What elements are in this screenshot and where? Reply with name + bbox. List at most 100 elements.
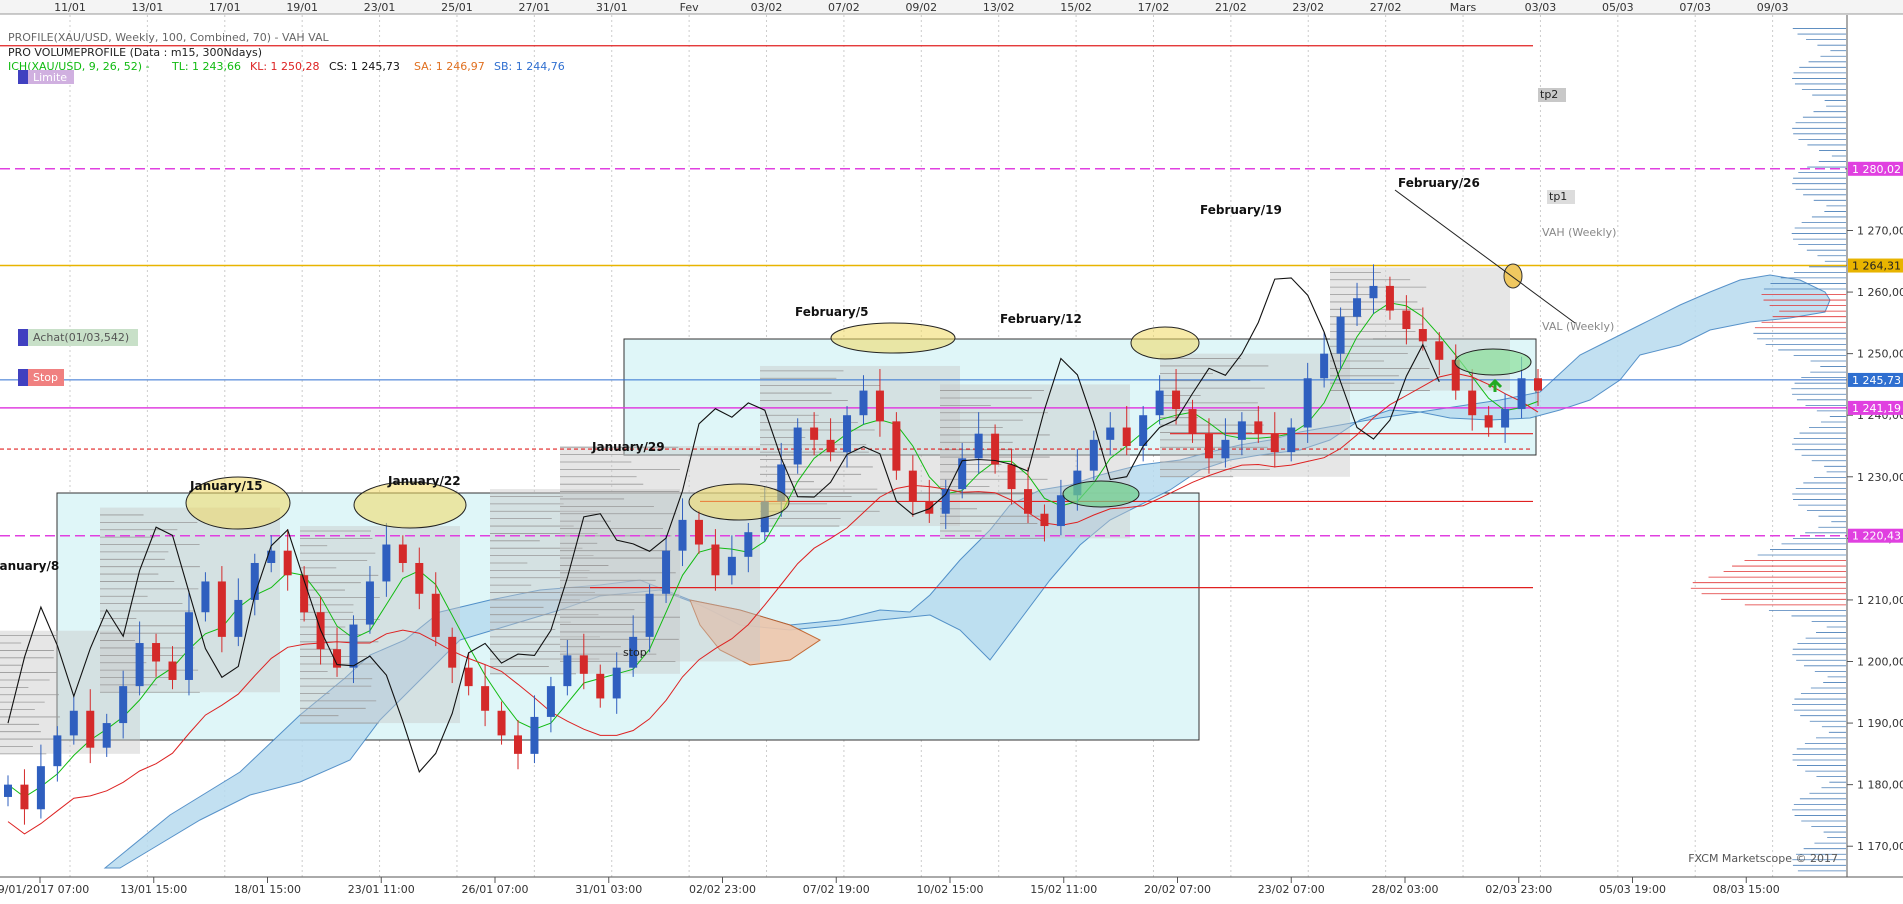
candle-body bbox=[217, 581, 226, 637]
ichimoku-cs: CS: 1 245,73 bbox=[329, 60, 400, 73]
bottom-date-label: 02/02 23:00 bbox=[689, 883, 756, 896]
candle-body bbox=[69, 710, 78, 736]
candle-body bbox=[1336, 316, 1345, 354]
y-tick-label: 1 230,00 bbox=[1857, 471, 1903, 484]
order-label: Stop bbox=[33, 371, 58, 384]
profile-legend: PROFILE(XAU/USD, Weekly, 100, Combined, … bbox=[8, 31, 329, 44]
candle-body bbox=[152, 643, 161, 662]
top-date-label: 09/02 bbox=[905, 1, 937, 14]
bottom-date-label: 05/03 19:00 bbox=[1599, 883, 1666, 896]
ellipse-highlight bbox=[353, 481, 467, 529]
candle-body bbox=[875, 390, 884, 422]
candle-body bbox=[497, 710, 506, 736]
candle-body bbox=[201, 581, 210, 613]
top-date-label: 09/03 bbox=[1757, 1, 1789, 14]
candle-body bbox=[1353, 298, 1362, 317]
week-label: February/26 bbox=[1398, 176, 1480, 190]
candle-body bbox=[20, 784, 29, 810]
annotation-label: stop bbox=[623, 646, 647, 659]
candle-body bbox=[4, 784, 12, 797]
annotation-label: tp2 bbox=[1540, 88, 1558, 101]
candle-body bbox=[1188, 409, 1197, 434]
candle-body bbox=[596, 673, 605, 699]
top-date-axis: 11/01 13/01 17/01 19/01 23/01 25/01 27/01 31/01… bbox=[54, 1, 1788, 14]
top-date-label: 17/02 bbox=[1138, 1, 1170, 14]
week-label: February/5 bbox=[795, 305, 868, 319]
candle-body bbox=[859, 390, 868, 416]
annotation-label: VAL (Weekly) bbox=[1542, 320, 1614, 333]
bottom-date-label: 18/01 15:00 bbox=[234, 883, 301, 896]
order-marker bbox=[18, 329, 28, 346]
top-date-label: 27/02 bbox=[1370, 1, 1402, 14]
candle-body bbox=[1418, 329, 1427, 342]
volume-profile-legend: PRO VOLUMEPROFILE (Data : m15, 300Ndays) bbox=[8, 46, 262, 59]
bottom-date-label: 31/01 03:00 bbox=[575, 883, 642, 896]
top-date-label: 11/01 bbox=[54, 1, 86, 14]
bottom-date-label: 09/01/2017 07:00 bbox=[0, 883, 89, 896]
candle-body bbox=[810, 427, 819, 440]
order-label: Achat(01/03,542) bbox=[33, 331, 129, 344]
bottom-date-label: 07/02 19:00 bbox=[803, 883, 870, 896]
y-tick-label: 1 210,00 bbox=[1857, 594, 1903, 607]
order-stop[interactable]: Stop bbox=[18, 369, 64, 386]
candle-body bbox=[1172, 390, 1181, 410]
candle-body bbox=[1024, 489, 1032, 514]
candle-body bbox=[1139, 415, 1148, 446]
candle-body bbox=[1056, 495, 1065, 527]
candle-body bbox=[694, 519, 703, 545]
week-label: February/12 bbox=[1000, 312, 1082, 326]
week-label: January/22 bbox=[387, 474, 461, 488]
top-date-label: 17/01 bbox=[209, 1, 241, 14]
top-date-label: 13/02 bbox=[983, 1, 1015, 14]
candle-body bbox=[908, 470, 917, 502]
top-date-label: 07/02 bbox=[828, 1, 860, 14]
candle-body bbox=[1254, 421, 1263, 434]
order-marker bbox=[18, 70, 28, 84]
top-date-label: 15/02 bbox=[1060, 1, 1092, 14]
bottom-date-label: 28/02 03:00 bbox=[1372, 883, 1439, 896]
candle-body bbox=[1484, 415, 1493, 428]
candle-body bbox=[1303, 378, 1312, 428]
candle-body bbox=[1106, 427, 1115, 440]
order-achat[interactable]: Achat(01/03,542) bbox=[18, 329, 138, 346]
candle-body bbox=[1369, 285, 1378, 299]
candle-body bbox=[612, 667, 621, 699]
top-date-label: 31/01 bbox=[596, 1, 628, 14]
bottom-date-label: 10/02 15:00 bbox=[917, 883, 984, 896]
top-date-label: 03/02 bbox=[751, 1, 783, 14]
order-limite[interactable]: Limite bbox=[18, 70, 74, 84]
candle-body bbox=[415, 562, 424, 594]
bottom-date-label: 23/02 07:00 bbox=[1258, 883, 1325, 896]
candle-body bbox=[530, 716, 539, 754]
ichimoku-kl: KL: 1 250,28 bbox=[250, 60, 320, 73]
candle-body bbox=[1155, 390, 1164, 416]
candle-body bbox=[1385, 285, 1394, 311]
candle-body bbox=[925, 501, 934, 514]
candle-body bbox=[1402, 310, 1411, 330]
bottom-date-label: 08/03 15:00 bbox=[1713, 883, 1780, 896]
top-date-label: 05/03 bbox=[1602, 1, 1634, 14]
top-date-label: 19/01 bbox=[286, 1, 318, 14]
price-level-label: 1 280,02 bbox=[1852, 163, 1901, 176]
order-label: Limite bbox=[33, 71, 67, 84]
bottom-date-label: 23/01 11:00 bbox=[348, 883, 415, 896]
candle-body bbox=[53, 735, 62, 767]
price-level-label: 1 264,31 bbox=[1852, 260, 1901, 273]
ellipse-support bbox=[1454, 348, 1532, 376]
candle-body bbox=[579, 655, 588, 674]
candle-body bbox=[1468, 390, 1477, 416]
ellipse-highlight bbox=[1130, 326, 1200, 360]
annotation-label: VAH (Weekly) bbox=[1542, 226, 1616, 239]
candle-body bbox=[1517, 378, 1526, 410]
candlestick-chart: January/8 January/15 January/22 January/29 F… bbox=[0, 0, 1903, 900]
candle-body bbox=[481, 686, 490, 711]
top-date-label: 27/01 bbox=[518, 1, 550, 14]
price-level-label: 1 245,73 bbox=[1852, 374, 1901, 387]
candle-body bbox=[1122, 427, 1131, 446]
top-date-label: 23/02 bbox=[1292, 1, 1324, 14]
candle-body bbox=[826, 439, 835, 453]
ichimoku-sa: SA: 1 246,97 bbox=[414, 60, 485, 73]
top-date-label: 13/01 bbox=[132, 1, 164, 14]
bottom-date-label: 15/02 11:00 bbox=[1030, 883, 1097, 896]
top-date-label: Mars bbox=[1450, 1, 1477, 14]
